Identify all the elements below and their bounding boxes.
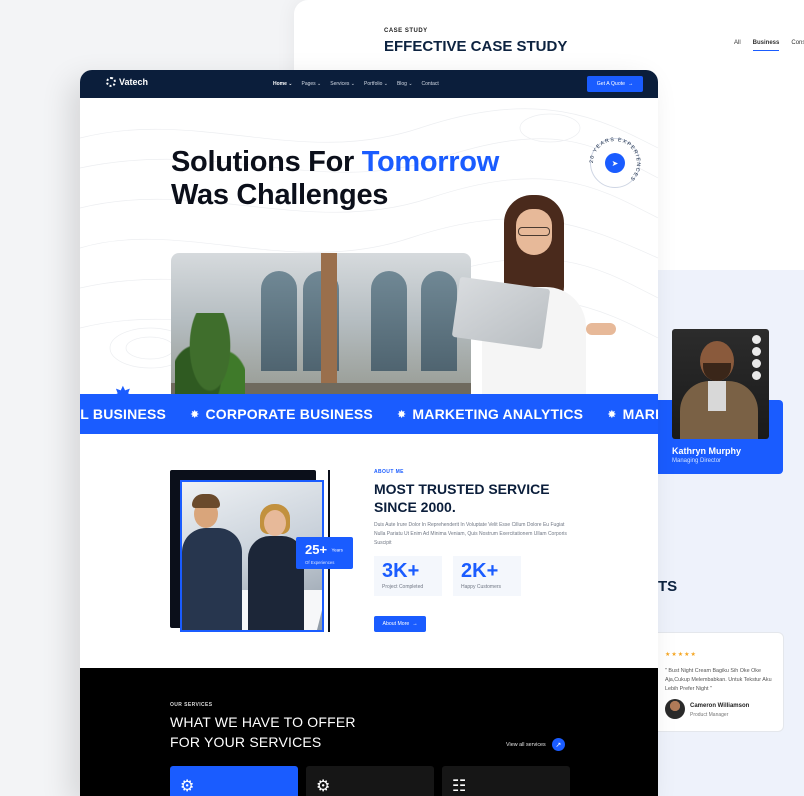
about-paragraph: Duis Aute Irure Dolor In Reprehenderit I… [374, 522, 567, 546]
pinterest-icon[interactable] [752, 371, 761, 380]
stat-customers: 2K+ Happy Customers [453, 556, 521, 596]
case-study-eyebrow: CASE STUDY [384, 28, 428, 34]
nav-item-home[interactable]: Home ⌄ [273, 81, 292, 87]
marquee-item-text: CORPORATE BUSINESS [205, 406, 373, 422]
hero-title-plain: Solutions For [171, 146, 362, 178]
stat-value: 3K+ [382, 560, 420, 582]
hero-title-accent: Tomorrow [361, 146, 500, 178]
view-all-label: View all services [506, 741, 546, 748]
facebook-icon[interactable] [752, 347, 761, 356]
hero-title-line2: Was Challenges [171, 179, 389, 211]
marquee-item-text: MARKE [622, 406, 658, 422]
filter-consulting[interactable]: Consul [791, 40, 804, 51]
marquee-item-text: AL BUSINESS [80, 406, 167, 422]
about-more-button[interactable]: About More → [374, 616, 426, 632]
database-icon: ☷ [452, 778, 467, 795]
service-card[interactable]: ⚙ [170, 766, 298, 796]
marquee-item: AL BUSINESS [80, 406, 166, 422]
main-page-preview: Vatech Home ⌄ Pages ⌄ Services ⌄ Portfol… [80, 70, 658, 796]
service-card[interactable]: ☷ [442, 766, 570, 796]
experience-number: 25+ [305, 542, 328, 557]
team-member-role: Managing Director [672, 458, 722, 464]
about-eyebrow: ABOUT ME [374, 469, 404, 475]
logo-text: Vatech [119, 77, 149, 87]
nav-item-blog[interactable]: Blog ⌄ [397, 81, 413, 87]
team-member-name: Kathryn Murphy [672, 446, 742, 456]
testimonial-quote: " Bust Night Cream Bagiku Sih Oke Oke Aj… [665, 668, 772, 693]
view-all-services-link[interactable]: View all services ↗ [506, 738, 565, 751]
hero-section: Solutions For Tomorrow Was Challenges 20… [80, 98, 658, 423]
hero-title: Solutions For Tomorrow Was Challenges [171, 146, 499, 212]
case-study-title: EFFECTIVE CASE STUDY [384, 38, 568, 55]
star-icon: ✸ [607, 408, 617, 421]
stat-value: 2K+ [461, 560, 499, 582]
arrow-right-icon: → [628, 81, 634, 87]
gear-code-icon: ⚙ [180, 778, 195, 795]
arrow-right-icon: → [412, 621, 418, 627]
stat-label: Project Completed [382, 584, 424, 590]
star-icon: ✸ [190, 408, 200, 421]
filter-all[interactable]: All [734, 40, 741, 51]
services-eyebrow: OUR SERVICES [170, 702, 213, 708]
star-icon: ✸ [396, 408, 407, 421]
avatar [665, 699, 685, 719]
settings-flow-icon: ⚙ [316, 778, 331, 795]
experience-label: Of Experiences [305, 560, 335, 565]
get-quote-button[interactable]: Get A Quote → [587, 76, 643, 92]
twitter-icon[interactable] [752, 359, 761, 368]
marquee-item-text: MARKETING ANALYTICS [412, 406, 584, 422]
marquee-item: ✸ MARKE [607, 406, 658, 422]
nav-item-portfolio[interactable]: Portfolio ⌄ [364, 81, 388, 87]
partial-section-heading: TS [658, 578, 678, 595]
nav-menu: Home ⌄ Pages ⌄ Services ⌄ Portfolio ⌄ Bl… [273, 81, 439, 87]
testimonial-name: Cameron Williamson [690, 703, 750, 709]
services-section: OUR SERVICES WHAT WE HAVE TO OFFER FOR Y… [80, 668, 658, 796]
about-title: MOST TRUSTED SERVICE SINCE 2000. [374, 481, 550, 515]
testimonial-role: Product Manager [690, 712, 729, 718]
instagram-icon[interactable] [752, 335, 761, 344]
experience-stat-badge: 25+ Years Of Experiences [296, 537, 353, 569]
marquee-item: ✸ MARKETING ANALYTICS [397, 406, 583, 422]
stat-label: Happy Customers [461, 584, 502, 590]
team-social-links [752, 335, 761, 380]
logo[interactable]: Vatech [106, 77, 148, 87]
service-card[interactable]: ⚙ [306, 766, 434, 796]
services-title-line2: FOR YOUR SERVICES [170, 734, 322, 750]
hero-woman-with-laptop-image [451, 195, 642, 423]
services-title: WHAT WE HAVE TO OFFER FOR YOUR SERVICES [170, 712, 410, 752]
nav-item-contact[interactable]: Contact [422, 81, 439, 87]
nav-item-services[interactable]: Services ⌄ [330, 81, 355, 87]
arrow-up-right-icon: ↗ [551, 738, 565, 751]
experience-unit: Years [331, 547, 343, 553]
nav-item-pages[interactable]: Pages ⌄ [301, 81, 321, 87]
marquee-banner: AL BUSINESS ✸ CORPORATE BUSINESS ✸ MARKETI… [80, 394, 658, 434]
filter-business[interactable]: Business [752, 40, 780, 51]
about-more-label: About More [382, 621, 410, 627]
get-quote-label: Get A Quote [596, 81, 626, 87]
case-study-filters: All Business Consul [734, 40, 804, 51]
paper-plane-icon: ➤ [605, 153, 625, 173]
services-title-line1: WHAT WE HAVE TO OFFER [170, 714, 356, 730]
rating-stars: ★★★★★ [665, 652, 697, 658]
top-navbar: Vatech Home ⌄ Pages ⌄ Services ⌄ Portfol… [80, 70, 658, 98]
marquee-item: ✸ CORPORATE BUSINESS [190, 406, 373, 422]
stat-projects: 3K+ Project Completed [374, 556, 442, 596]
logo-gear-icon [106, 77, 116, 87]
